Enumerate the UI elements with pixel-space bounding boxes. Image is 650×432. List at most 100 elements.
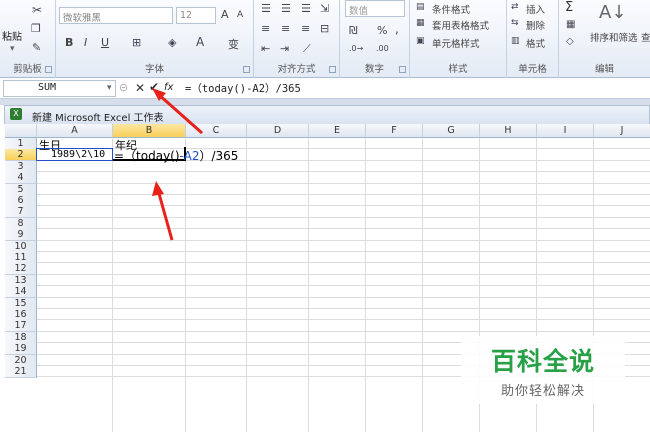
number-launcher[interactable] [399, 66, 406, 73]
sort-filter-icon[interactable]: A↓ [599, 2, 626, 23]
decrease-indent-icon[interactable]: ⇤ [261, 42, 270, 55]
column-header-i[interactable]: I [537, 124, 594, 138]
cancel-icon[interactable]: ✕ [135, 81, 145, 95]
increase-decimal-icon[interactable]: .0→ [349, 44, 363, 53]
column-header-d[interactable]: D [247, 124, 309, 138]
row-header-4[interactable]: 4 [5, 172, 37, 185]
format-button[interactable]: 格式 [526, 36, 545, 50]
comma-button[interactable]: , [395, 22, 399, 36]
font-size-combo[interactable]: 12 [176, 7, 216, 24]
row-header-13[interactable]: 13 [5, 274, 37, 287]
cell-b2[interactable]: =（today()-A2）/365 [114, 147, 238, 164]
decrease-decimal-icon[interactable]: .00 [376, 44, 389, 53]
select-all-corner[interactable] [5, 124, 37, 138]
column-header-f[interactable]: F [366, 124, 423, 138]
grow-font-button[interactable]: A [221, 8, 229, 21]
insert-button[interactable]: 插入 [526, 2, 545, 16]
table-format-icon[interactable]: ▦ [416, 18, 425, 28]
italic-button[interactable]: I [84, 36, 87, 49]
row-header-14[interactable]: 14 [5, 286, 37, 299]
name-box-dropdown-icon[interactable]: ▾ [107, 83, 112, 93]
shrink-font-button[interactable]: A [237, 10, 243, 20]
increase-indent-icon[interactable]: ⇥ [280, 42, 289, 55]
merge-icon[interactable]: ⊟ [320, 22, 329, 35]
align-right-icon[interactable]: ≡ [301, 22, 310, 35]
row-header-17[interactable]: 17 [5, 320, 37, 333]
formula-input[interactable]: =（today()-A2）/365 [185, 81, 301, 96]
row-header-16[interactable]: 16 [5, 309, 37, 321]
table-format-button[interactable]: 套用表格格式 [432, 18, 489, 32]
column-header-h[interactable]: H [480, 124, 537, 138]
fill-color-icon[interactable]: ◈ [168, 36, 176, 49]
row-header-9[interactable]: 9 [5, 229, 37, 242]
underline-button[interactable]: U [101, 36, 109, 49]
row-header-3[interactable]: 3 [5, 160, 37, 173]
paste-button[interactable]: 粘贴 [2, 28, 22, 43]
row-header-1[interactable]: 1 [5, 138, 37, 150]
find-button[interactable]: 查 [641, 30, 650, 44]
clipboard-launcher[interactable] [45, 66, 52, 73]
column-header-b[interactable]: B [113, 124, 186, 138]
font-name-combo[interactable]: 微软雅黑 [59, 7, 173, 24]
chevron-down-icon[interactable]: ▾ [10, 44, 15, 54]
row-header-18[interactable]: 18 [5, 331, 37, 344]
row-header-21[interactable]: 21 [5, 366, 37, 378]
clear-icon[interactable]: ◇ [566, 36, 574, 47]
orientation-icon[interactable]: ⟋ [303, 42, 311, 56]
border-icon[interactable]: ⊞ [132, 36, 141, 49]
insert-function-button[interactable]: fx [164, 82, 173, 93]
font-launcher[interactable] [243, 66, 250, 73]
format-icon[interactable]: ▥ [511, 36, 520, 46]
scissors-icon[interactable]: ✂ [32, 3, 42, 17]
align-bottom-icon[interactable]: ☰ [301, 2, 311, 15]
enter-check-icon[interactable]: ✔ [149, 80, 159, 94]
row-header-19[interactable]: 19 [5, 343, 37, 356]
row-header-2[interactable]: 2 [5, 149, 37, 162]
row-header-8[interactable]: 8 [5, 217, 37, 230]
conditional-format-icon[interactable]: ▤ [416, 2, 425, 12]
autosum-button[interactable]: Σ [565, 0, 573, 15]
column-header-g[interactable]: G [423, 124, 480, 138]
row-header-5[interactable]: 5 [5, 183, 37, 196]
reference-highlight-a2 [36, 148, 113, 162]
name-box[interactable]: SUM [3, 80, 116, 97]
copy-icon[interactable]: ❐ [31, 22, 41, 35]
formula-bar-handle-icon[interactable]: ⊝ [119, 81, 128, 94]
gridline-horizontal [37, 239, 650, 241]
fill-icon[interactable]: ▦ [566, 19, 575, 30]
font-color-icon[interactable]: A [196, 35, 204, 49]
wrap-text-icon[interactable]: ⇲ [320, 2, 329, 15]
column-header-c[interactable]: C [186, 124, 247, 138]
cell-style-button[interactable]: 单元格样式 [432, 36, 480, 50]
align-top-icon[interactable]: ☰ [261, 2, 271, 15]
number-format-combo[interactable]: 数值 [345, 0, 405, 17]
format-painter-icon[interactable]: ✎ [32, 41, 41, 54]
gridline-horizontal [37, 273, 650, 275]
column-header-j[interactable]: J [594, 124, 650, 138]
sort-filter-button[interactable]: 排序和筛选 [590, 30, 638, 44]
bold-button[interactable]: B [65, 36, 73, 49]
row-header-15[interactable]: 15 [5, 297, 37, 310]
row-header-10[interactable]: 10 [5, 240, 37, 253]
delete-button[interactable]: 删除 [526, 18, 545, 32]
pinyin-button[interactable]: 变 [228, 36, 239, 52]
row-header-6[interactable]: 6 [5, 195, 37, 207]
column-header-e[interactable]: E [309, 124, 366, 138]
cell-style-icon[interactable]: ▣ [416, 36, 425, 46]
number-group: 数值 ₪ % , .0→ .00 数字 [340, 0, 410, 78]
conditional-format-button[interactable]: 条件格式 [432, 2, 470, 16]
insert-icon[interactable]: ⇄ [511, 2, 519, 12]
align-center-icon[interactable]: ≡ [281, 22, 290, 35]
row-header-11[interactable]: 11 [5, 252, 37, 264]
align-left-icon[interactable]: ≡ [261, 22, 270, 35]
currency-icon[interactable]: ₪ [349, 24, 358, 37]
delete-icon[interactable]: ⇆ [511, 18, 519, 28]
align-middle-icon[interactable]: ☰ [281, 2, 291, 15]
row-header-20[interactable]: 20 [5, 354, 37, 367]
alignment-launcher[interactable] [329, 66, 336, 73]
column-header-a[interactable]: A [37, 124, 113, 138]
gridline-horizontal [37, 330, 650, 332]
row-header-12[interactable]: 12 [5, 263, 37, 276]
percent-button[interactable]: % [377, 24, 387, 37]
row-header-7[interactable]: 7 [5, 206, 37, 219]
